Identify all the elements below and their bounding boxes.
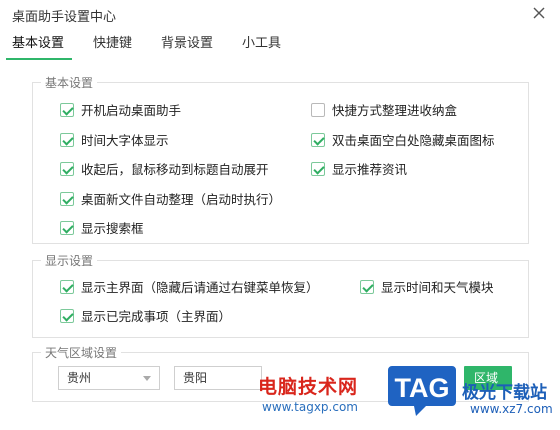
checkbox-show-news[interactable]: 显示推荐资讯: [311, 159, 407, 178]
checkbox-dblclick-hide-icons-label: 双击桌面空白处隐藏桌面图标: [332, 133, 495, 148]
checkbox-show-search[interactable]: 显示搜索框: [60, 218, 144, 237]
checkbox-show-search-label: 显示搜索框: [81, 221, 144, 236]
checkbox-shortcut-organize-label: 快捷方式整理进收纳盒: [332, 103, 458, 118]
checkbox-show-completed[interactable]: 显示已完成事项（主界面）: [60, 306, 231, 325]
checkbox-large-clock-label: 时间大字体显示: [81, 133, 169, 148]
city-input[interactable]: 贵阳: [174, 366, 262, 390]
checkbox-auto-expand-label: 收起后，鼠标移动到标题自动展开: [81, 162, 269, 177]
checkbox-large-clock[interactable]: 时间大字体显示: [60, 130, 169, 149]
basic-settings-legend: 基本设置: [41, 74, 98, 91]
checkbox-dblclick-hide-icons-box[interactable]: [311, 132, 325, 147]
checkbox-large-clock-box[interactable]: [60, 132, 74, 147]
chevron-down-icon: [143, 376, 151, 381]
watermark-site: 极光下载站: [462, 383, 547, 403]
checkbox-auto-organize-files[interactable]: 桌面新文件自动整理（启动时执行）: [60, 189, 281, 208]
weather-region-legend: 天气区域设置: [41, 344, 122, 361]
checkbox-show-time-weather-label: 显示时间和天气模块: [381, 280, 494, 295]
checkbox-show-completed-box[interactable]: [60, 308, 74, 323]
watermark-site-url: www.xz7.com: [470, 402, 553, 416]
checkbox-show-main-label: 显示主界面（隐藏后请通过右键菜单恢复）: [81, 280, 319, 295]
checkbox-show-completed-label: 显示已完成事项（主界面）: [81, 309, 232, 324]
display-settings-legend: 显示设置: [41, 252, 98, 269]
city-input-value: 贵阳: [183, 371, 208, 385]
checkbox-show-search-box[interactable]: [60, 220, 74, 235]
checkbox-auto-expand[interactable]: 收起后，鼠标移动到标题自动展开: [60, 159, 269, 178]
checkbox-show-time-weather[interactable]: 显示时间和天气模块: [360, 277, 494, 296]
tab-bar: 基本设置 快捷键 背景设置 小工具: [5, 30, 310, 60]
checkbox-auto-organize-files-box[interactable]: [60, 191, 74, 206]
tag-logo-text: TAG: [395, 373, 450, 403]
checkbox-show-time-weather-box[interactable]: [360, 279, 374, 294]
checkbox-shortcut-organize[interactable]: 快捷方式整理进收纳盒: [311, 100, 457, 119]
checkbox-show-news-label: 显示推荐资讯: [332, 162, 408, 177]
checkbox-shortcut-organize-box[interactable]: [311, 102, 325, 117]
window-title: 桌面助手设置中心: [12, 10, 117, 25]
watermark-brand: 电脑技术网: [258, 376, 359, 398]
tab-background-settings[interactable]: 背景设置: [161, 30, 213, 58]
checkbox-show-main-box[interactable]: [60, 279, 74, 294]
checkbox-dblclick-hide-icons[interactable]: 双击桌面空白处隐藏桌面图标: [311, 130, 495, 149]
tab-shortcuts[interactable]: 快捷键: [93, 30, 132, 58]
checkbox-autostart-label: 开机启动桌面助手: [81, 103, 182, 118]
close-icon[interactable]: [530, 4, 548, 22]
display-settings-group: 显示设置: [32, 252, 529, 338]
checkbox-autostart[interactable]: 开机启动桌面助手: [60, 100, 181, 119]
checkbox-autostart-box[interactable]: [60, 102, 74, 117]
checkbox-auto-organize-files-label: 桌面新文件自动整理（启动时执行）: [81, 192, 282, 207]
watermark-url: www.tagxp.com: [262, 400, 358, 414]
checkbox-show-main[interactable]: 显示主界面（隐藏后请通过右键菜单恢复）: [60, 277, 319, 296]
province-select-value: 贵州: [67, 371, 92, 385]
checkbox-auto-expand-box[interactable]: [60, 161, 74, 176]
tab-basic-settings[interactable]: 基本设置: [5, 30, 73, 60]
checkbox-show-news-box[interactable]: [311, 161, 325, 176]
province-select[interactable]: 贵州: [58, 366, 160, 390]
tab-widgets[interactable]: 小工具: [242, 30, 281, 58]
tag-logo-icon: TAG: [388, 366, 456, 416]
